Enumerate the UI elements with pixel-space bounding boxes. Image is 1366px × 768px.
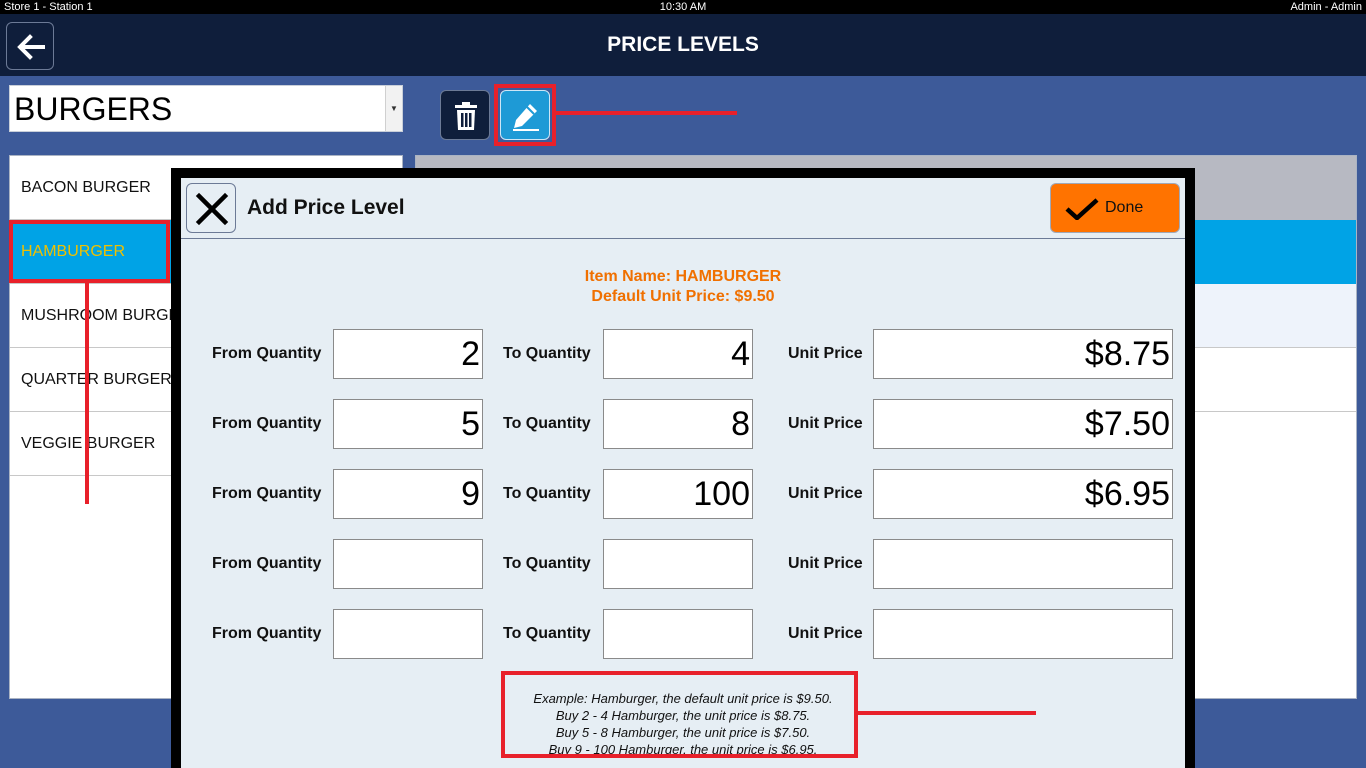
default-unit-price: Default Unit Price: $9.50 <box>591 288 775 305</box>
list-item-label: QUARTER BURGER <box>21 371 172 388</box>
from-quantity-label: From Quantity <box>212 345 322 362</box>
from-quantity-input[interactable] <box>333 609 483 659</box>
from-quantity-label: From Quantity <box>212 555 322 572</box>
done-label: Done <box>1105 199 1144 216</box>
delete-button[interactable] <box>440 90 490 140</box>
to-quantity-input[interactable]: 4 <box>603 329 753 379</box>
from-quantity-label: From Quantity <box>212 415 322 432</box>
price-level-row: From Quantity To Quantity Unit Price <box>181 539 1185 589</box>
highlight-line <box>858 711 1036 715</box>
to-quantity-input[interactable] <box>603 609 753 659</box>
trash-icon <box>455 102 477 130</box>
to-quantity-input[interactable] <box>603 539 753 589</box>
category-select[interactable]: BURGERS ▼ <box>9 85 403 132</box>
page-title: PRICE LEVELS <box>607 33 759 56</box>
unit-price-input[interactable]: $8.75 <box>873 329 1173 379</box>
from-quantity-label: From Quantity <box>212 625 322 642</box>
to-quantity-input[interactable]: 8 <box>603 399 753 449</box>
unit-price-input[interactable]: $7.50 <box>873 399 1173 449</box>
highlight-box <box>494 84 556 146</box>
item-info: Item Name: HAMBURGER Default Unit Price:… <box>181 267 1185 307</box>
chevron-down-icon[interactable]: ▼ <box>385 86 402 131</box>
to-quantity-label: To Quantity <box>503 415 591 432</box>
arrow-left-icon <box>17 34 45 60</box>
list-item-label: BACON BURGER <box>21 179 151 196</box>
close-icon <box>195 192 229 226</box>
to-quantity-label: To Quantity <box>503 345 591 362</box>
store-station: Store 1 - Station 1 <box>4 1 93 13</box>
unit-price-input[interactable] <box>873 609 1173 659</box>
price-level-row: From Quantity 5 To Quantity 8 Unit Price… <box>181 399 1185 449</box>
from-quantity-input[interactable]: 2 <box>333 329 483 379</box>
unit-price-label: Unit Price <box>788 555 863 572</box>
highlight-box <box>501 671 858 758</box>
clock: 10:30 AM <box>659 1 707 13</box>
unit-price-label: Unit Price <box>788 625 863 642</box>
dialog-header: Add Price Level Done <box>181 178 1185 239</box>
dialog-title: Add Price Level <box>247 196 405 219</box>
unit-price-label: Unit Price <box>788 485 863 502</box>
list-item-label: MUSHROOM BURGER <box>21 307 191 324</box>
user-info: Admin - Admin <box>1290 1 1362 13</box>
highlight-line <box>556 111 737 115</box>
highlight-line <box>85 283 89 504</box>
checkmark-icon <box>1065 198 1099 220</box>
unit-price-label: Unit Price <box>788 345 863 362</box>
item-name: Item Name: HAMBURGER <box>584 268 782 285</box>
unit-price-input[interactable] <box>873 539 1173 589</box>
from-quantity-label: From Quantity <box>212 485 322 502</box>
price-level-row: From Quantity 2 To Quantity 4 Unit Price… <box>181 329 1185 379</box>
status-bar: 10:30 AM Store 1 - Station 1 Admin - Adm… <box>0 0 1366 14</box>
close-button[interactable] <box>186 183 236 233</box>
category-value: BURGERS <box>14 91 173 127</box>
price-level-row: From Quantity To Quantity Unit Price <box>181 609 1185 659</box>
from-quantity-input[interactable]: 9 <box>333 469 483 519</box>
from-quantity-input[interactable]: 5 <box>333 399 483 449</box>
to-quantity-label: To Quantity <box>503 485 591 502</box>
back-button[interactable] <box>6 22 54 70</box>
header-bar: PRICE LEVELS <box>0 14 1366 76</box>
unit-price-input[interactable]: $6.95 <box>873 469 1173 519</box>
highlight-box <box>9 220 170 283</box>
to-quantity-label: To Quantity <box>503 625 591 642</box>
to-quantity-input[interactable]: 100 <box>603 469 753 519</box>
from-quantity-input[interactable] <box>333 539 483 589</box>
to-quantity-label: To Quantity <box>503 555 591 572</box>
price-level-row: From Quantity 9 To Quantity 100 Unit Pri… <box>181 469 1185 519</box>
unit-price-label: Unit Price <box>788 415 863 432</box>
done-button[interactable]: Done <box>1050 183 1180 233</box>
